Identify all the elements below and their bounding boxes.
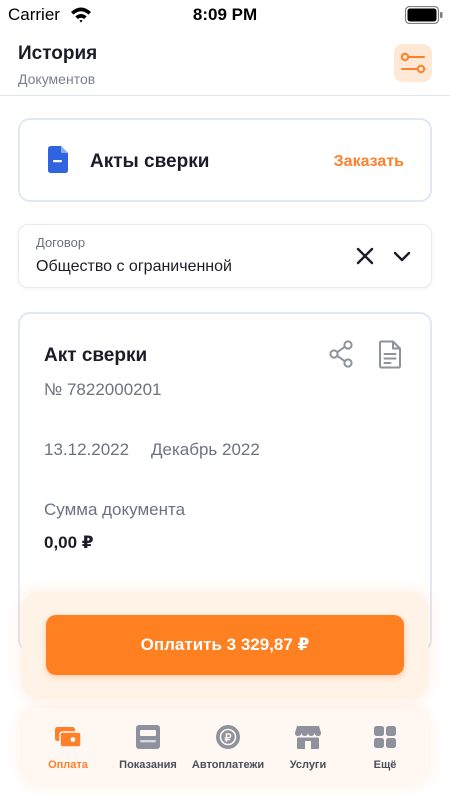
contract-value: Общество с ограниченной [36,258,232,275]
status-bar: Carrier 8:09 PM [0,0,450,30]
meter-icon [136,725,160,749]
document-icon [48,146,68,173]
contract-label: Договор [36,235,86,250]
tab-more[interactable]: Ещё [348,708,422,784]
battery-icon [405,6,443,24]
chevron-down-icon[interactable] [391,246,413,266]
svg-text:₽: ₽ [225,733,232,745]
act-period: Декабрь 2022 [151,440,260,459]
share-icon[interactable] [328,340,354,368]
act-number: № 7822000201 [44,380,162,399]
acts-title: Акты сверки [90,151,210,172]
file-text-icon[interactable] [378,340,402,369]
act-date: 13.12.2022 [44,440,130,459]
page-title: История [18,43,98,64]
tab-label: Ещё [373,759,397,771]
page-subtitle: Документов [18,71,96,87]
order-button[interactable]: Заказать [334,153,404,171]
bottom-tab-bar: Оплата Показания ₽ Автоплатежи Услуги Ещ… [22,708,428,784]
autopay-icon: ₽ [216,725,240,749]
reconciliation-acts-card: Акты сверки Заказать [18,118,432,202]
sum-value: 0,00 ₽ [44,533,94,552]
tab-payment[interactable]: Оплата [28,708,108,784]
clock-label: 8:09 PM [192,5,258,24]
tab-autopay[interactable]: ₽ Автоплатежи [188,708,268,784]
page-header: История Документов [0,30,450,96]
shop-icon [295,726,321,749]
clear-icon[interactable] [355,246,375,266]
more-grid-icon [374,726,396,748]
filter-button[interactable] [394,44,432,82]
act-title: Акт сверки [44,345,148,366]
wallet-icon [55,727,82,748]
tab-services[interactable]: Услуги [268,708,348,784]
pay-button[interactable]: Оплатить 3 329,87 ₽ [46,615,404,675]
sum-label: Сумма документа [44,500,186,519]
filter-sliders-icon [400,52,426,74]
contract-select[interactable]: Договор Общество с ограниченной [18,224,432,288]
tab-readings[interactable]: Показания [108,708,188,784]
